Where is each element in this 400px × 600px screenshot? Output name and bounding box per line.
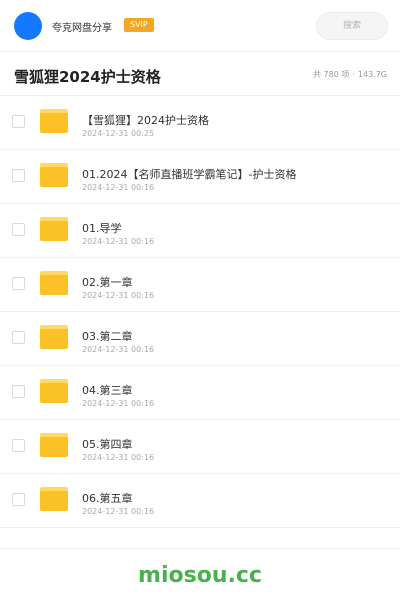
- file-date: 2024-12-31 00:16: [82, 399, 155, 408]
- file-name[interactable]: 【雪狐狸】2024护士资格: [82, 112, 209, 128]
- file-date: 2024-12-31 00:25: [82, 129, 155, 138]
- file-name[interactable]: 03.第二章: [82, 328, 133, 344]
- checkbox[interactable]: [12, 169, 25, 182]
- list-item[interactable]: 05.第四章 2024-12-31 00:16: [0, 420, 400, 474]
- folder-icon: [40, 433, 68, 457]
- item-count: 共 780 项: [312, 70, 350, 79]
- folder-meta: 共 780 项 · 143.7G: [313, 69, 387, 80]
- list-item[interactable]: 01.导学 2024-12-31 00:16: [0, 204, 400, 258]
- avatar[interactable]: [14, 12, 42, 40]
- checkbox[interactable]: [12, 493, 25, 506]
- search-input[interactable]: 搜索: [316, 12, 388, 40]
- file-date: 2024-12-31 00:16: [82, 345, 155, 354]
- file-name[interactable]: 02.第一章: [82, 274, 133, 290]
- page-title: 雪狐狸2024护士资格: [14, 68, 161, 86]
- file-name[interactable]: 01.2024【名师直播班学霸笔记】-护士资格: [82, 166, 296, 182]
- footer-divider: [0, 548, 400, 549]
- list-item[interactable]: 【雪狐狸】2024护士资格 2024-12-31 00:25: [0, 96, 400, 150]
- svip-badge: SVIP: [124, 18, 154, 32]
- folder-icon: [40, 163, 68, 187]
- folder-icon: [40, 109, 68, 133]
- checkbox[interactable]: [12, 331, 25, 344]
- folder-size: 143.7G: [357, 70, 387, 79]
- folder-icon: [40, 325, 68, 349]
- file-date: 2024-12-31 00:16: [82, 291, 155, 300]
- list-item[interactable]: 06.第五章 2024-12-31 00:16: [0, 474, 400, 528]
- file-date: 2024-12-31 00:16: [82, 183, 155, 192]
- folder-icon: [40, 379, 68, 403]
- checkbox[interactable]: [12, 277, 25, 290]
- list-item[interactable]: 02.第一章 2024-12-31 00:16: [0, 258, 400, 312]
- checkbox[interactable]: [12, 115, 25, 128]
- list-item[interactable]: 04.第三章 2024-12-31 00:16: [0, 366, 400, 420]
- file-name[interactable]: 01.导学: [82, 220, 122, 236]
- meta-separator: ·: [352, 70, 355, 79]
- folder-header: 雪狐狸2024护士资格 共 780 项 · 143.7G: [0, 52, 400, 96]
- file-date: 2024-12-31 00:16: [82, 237, 155, 246]
- share-page: 夸克网盘分享 SVIP 搜索 雪狐狸2024护士资格 共 780 项 · 143.7…: [0, 0, 400, 600]
- file-name[interactable]: 06.第五章: [82, 490, 133, 506]
- folder-icon: [40, 271, 68, 295]
- folder-icon: [40, 217, 68, 241]
- watermark: miosou.cc: [138, 563, 262, 588]
- file-list: 【雪狐狸】2024护士资格 2024-12-31 00:25 01.2024【名…: [0, 96, 400, 528]
- checkbox[interactable]: [12, 439, 25, 452]
- file-name[interactable]: 04.第三章: [82, 382, 133, 398]
- file-date: 2024-12-31 00:16: [82, 453, 155, 462]
- file-name[interactable]: 05.第四章: [82, 436, 133, 452]
- checkbox[interactable]: [12, 385, 25, 398]
- list-item[interactable]: 01.2024【名师直播班学霸笔记】-护士资格 2024-12-31 00:16: [0, 150, 400, 204]
- file-date: 2024-12-31 00:16: [82, 507, 155, 516]
- folder-icon: [40, 487, 68, 511]
- top-bar: 夸克网盘分享 SVIP 搜索: [0, 0, 400, 52]
- app-name: 夸克网盘分享: [52, 23, 112, 34]
- list-item[interactable]: 03.第二章 2024-12-31 00:16: [0, 312, 400, 366]
- checkbox[interactable]: [12, 223, 25, 236]
